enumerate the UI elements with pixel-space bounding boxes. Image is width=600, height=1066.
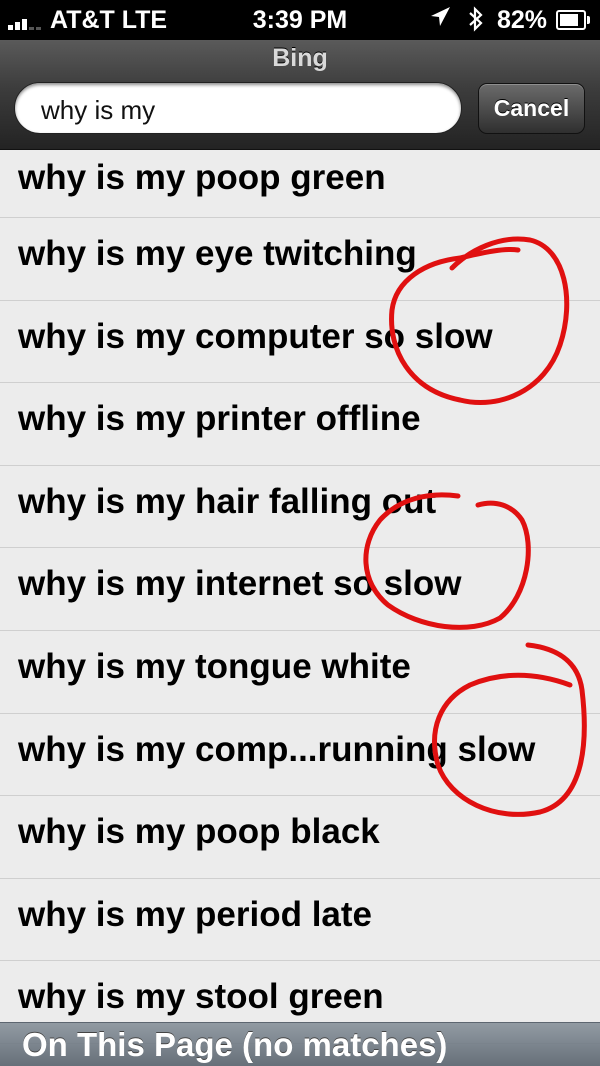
suggestion-label: why is my computer so slow (18, 316, 493, 356)
location-arrow-icon (428, 4, 452, 39)
page-title: Bing (272, 44, 328, 72)
suggestion-item[interactable]: why is my printer offline (0, 383, 600, 466)
suggestion-item[interactable]: why is my internet so slow (0, 548, 600, 631)
find-on-page-label: On This Page (no matches) (22, 1026, 448, 1063)
suggestion-item[interactable]: why is my computer so slow (0, 301, 600, 384)
suggestion-item[interactable]: why is my eye twitching (0, 218, 600, 301)
suggestion-item[interactable]: why is my period late (0, 879, 600, 962)
suggestion-label: why is my eye twitching (18, 234, 417, 273)
suggestion-item[interactable]: why is my poop black (0, 796, 600, 879)
search-header: Bing why is my Cancel (0, 40, 600, 150)
suggestion-label: why is my internet so slow (18, 564, 462, 604)
search-input[interactable]: why is my (14, 82, 462, 134)
suggestion-label: why is my printer offline (18, 399, 421, 439)
suggestion-item[interactable]: why is my hair falling out (0, 466, 600, 549)
suggestion-label: why is my poop black (18, 812, 380, 852)
find-on-page-bar[interactable]: On This Page (no matches) (0, 1022, 600, 1066)
suggestion-label: why is my tongue white (18, 646, 411, 686)
suggestion-label: why is my comp...running slow (18, 729, 536, 769)
suggestion-item[interactable]: why is my comp...running slow (0, 714, 600, 797)
status-bar: AT&T LTE 3:39 PM 82% (0, 0, 600, 40)
battery-percentage: 82% (497, 6, 548, 34)
suggestion-list: why is my poop green why is my eye twitc… (0, 150, 600, 1044)
search-input-value: why is my (41, 95, 156, 125)
suggestion-label: why is my stool green (18, 977, 384, 1017)
suggestion-item[interactable]: why is my poop green (0, 150, 600, 218)
suggestion-item[interactable]: why is my tongue white (0, 631, 600, 714)
suggestion-label: why is my period late (18, 894, 372, 934)
cancel-button[interactable]: Cancel (478, 83, 585, 134)
suggestion-label: why is my poop green (18, 158, 386, 197)
battery-icon (556, 10, 590, 30)
suggestion-label: why is my hair falling out (18, 481, 437, 521)
bluetooth-icon (466, 4, 486, 41)
